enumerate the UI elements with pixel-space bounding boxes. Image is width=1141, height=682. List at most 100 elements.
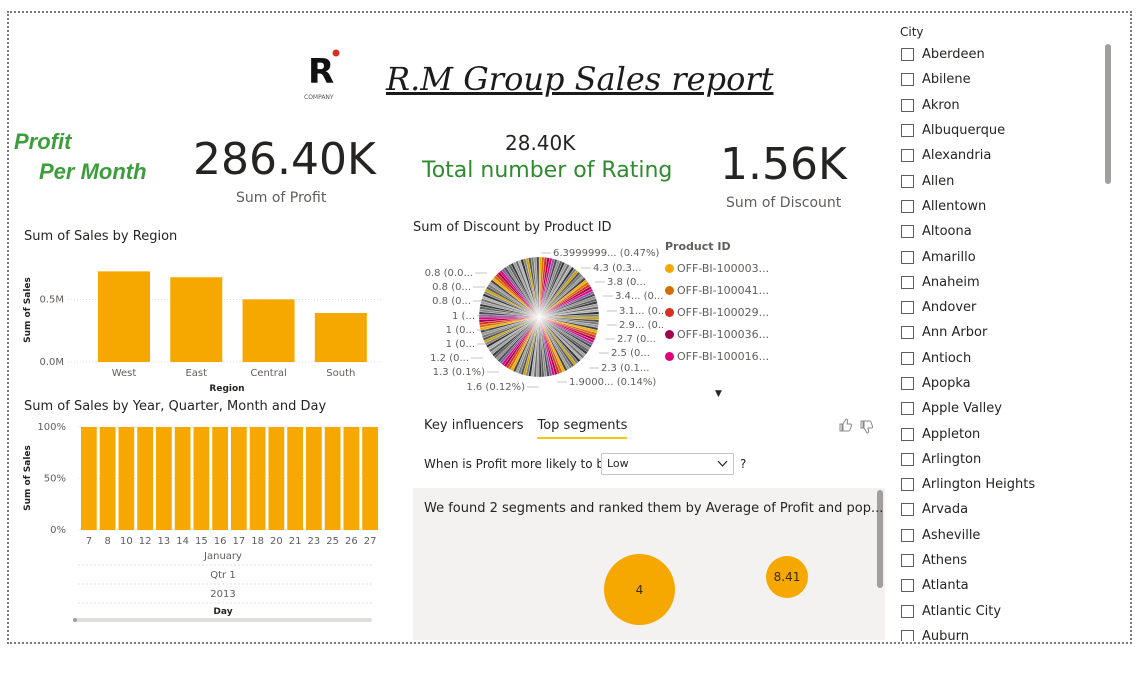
thumbs-down-icon[interactable] (859, 420, 874, 438)
city-option[interactable]: Abilene (895, 67, 1120, 92)
bar[interactable] (324, 427, 341, 530)
city-option[interactable]: Altoona (895, 219, 1120, 244)
bar[interactable] (81, 427, 97, 530)
date-scroll-handle[interactable] (73, 618, 77, 622)
checkbox[interactable] (901, 73, 914, 87)
city-option[interactable]: Apopka (895, 371, 1120, 396)
thumbs-up-icon[interactable] (838, 418, 853, 436)
checkbox[interactable] (901, 377, 914, 390)
city-option[interactable]: Anaheim (895, 270, 1120, 295)
date-bar-chart[interactable]: Sum of Sales January Qtr 1 2013 Day 0%50… (18, 418, 388, 626)
city-option[interactable]: Albuquerque (895, 118, 1120, 143)
bar[interactable] (174, 427, 191, 530)
checkbox[interactable] (901, 250, 914, 264)
bar[interactable] (193, 427, 210, 530)
checkbox[interactable] (901, 554, 914, 568)
profit-level-dropdown[interactable]: Low (601, 453, 734, 475)
city-option[interactable]: Amarillo (895, 244, 1120, 269)
checkbox[interactable] (901, 503, 914, 517)
x-tick-label: 17 (233, 536, 246, 547)
city-option[interactable]: Apple Valley (895, 396, 1120, 421)
bar[interactable] (156, 427, 172, 530)
checkbox[interactable] (901, 301, 914, 315)
bar[interactable] (268, 427, 285, 530)
checkbox[interactable] (901, 478, 914, 492)
segment-bubble-1[interactable]: 4 (604, 554, 675, 625)
bar[interactable] (287, 427, 303, 530)
tab-key-influencers[interactable]: Key influencers (424, 418, 523, 439)
checkbox[interactable] (901, 629, 914, 641)
company-logo: R COMPANY (300, 47, 344, 103)
checkbox[interactable] (901, 351, 914, 365)
city-option[interactable]: Athens (895, 548, 1120, 573)
legend-item[interactable]: OFF-BI-100016... (665, 345, 769, 367)
city-option[interactable]: Appleton (895, 421, 1120, 446)
legend-item[interactable]: OFF-BI-100003... (665, 257, 769, 279)
bar[interactable] (314, 313, 367, 362)
bar[interactable] (231, 427, 247, 530)
checkbox[interactable] (901, 452, 914, 466)
profit-per-month-label: Profit Per Month (14, 127, 147, 187)
checkbox[interactable] (901, 402, 914, 416)
city-option[interactable]: Alexandria (895, 143, 1120, 168)
checkbox[interactable] (901, 604, 914, 618)
bar[interactable] (98, 271, 150, 362)
legend-item[interactable]: OFF-BI-100036... (665, 323, 769, 345)
date-chart-scrollbar[interactable] (74, 618, 372, 622)
checkbox[interactable] (901, 174, 914, 188)
discount-pie-chart[interactable]: 0.8 (0.0... 0.8 (0... 0.8 (0... 1 (... 1 (0.… (413, 240, 663, 400)
checkbox[interactable] (901, 528, 914, 542)
legend-item[interactable]: OFF-BI-100041... (665, 279, 769, 301)
checkbox[interactable] (901, 579, 914, 593)
tab-top-segments[interactable]: Top segments (537, 418, 628, 439)
bar[interactable] (170, 277, 223, 362)
y-tick-label: 0.0M (39, 357, 64, 368)
legend-label: OFF-BI-100036... (677, 327, 770, 341)
checkbox[interactable] (901, 98, 914, 112)
city-option[interactable]: Auburn (895, 624, 1120, 641)
checkbox[interactable] (901, 427, 914, 441)
city-option[interactable]: Atlanta (895, 573, 1120, 598)
bar[interactable] (212, 427, 228, 530)
pie-legend: Product ID OFF-BI-100003... OFF-BI-100041… (665, 240, 769, 367)
checkbox[interactable] (901, 275, 914, 289)
city-option[interactable]: Asheville (895, 523, 1120, 548)
checkbox[interactable] (901, 149, 914, 163)
segment-bubble-2[interactable]: 8.41 (766, 556, 808, 598)
bar[interactable] (137, 427, 153, 530)
city-option[interactable]: Allen (895, 168, 1120, 193)
city-option[interactable]: Akron (895, 93, 1120, 118)
bar[interactable] (118, 427, 135, 530)
city-slicer-scrollbar[interactable] (1105, 44, 1111, 184)
bar[interactable] (249, 427, 266, 530)
checkbox[interactable] (901, 48, 914, 62)
pie-slice-label: 0.8 (0.0... (425, 268, 473, 279)
checkbox[interactable] (901, 326, 914, 340)
legend-marker (665, 285, 674, 295)
x-tick-label: 10 (120, 536, 133, 547)
legend-label: OFF-BI-100029... (677, 305, 770, 319)
legend-scroll-down-icon[interactable]: ▼ (715, 389, 722, 399)
pie-slice-label: 1.3 (0.1%) (433, 367, 485, 378)
city-option[interactable]: Antioch (895, 346, 1120, 371)
checkbox[interactable] (901, 225, 914, 239)
checkbox[interactable] (901, 124, 914, 138)
city-option-label: Athens (922, 553, 968, 569)
city-option[interactable]: Andover (895, 295, 1120, 320)
city-option[interactable]: Arvada (895, 497, 1120, 522)
city-option[interactable]: Aberdeen (895, 42, 1120, 67)
city-option[interactable]: Arlington (895, 447, 1120, 472)
bar[interactable] (99, 427, 116, 530)
city-option[interactable]: Ann Arbor (895, 320, 1120, 345)
city-option[interactable]: Allentown (895, 194, 1120, 219)
city-option[interactable]: Atlantic City (895, 599, 1120, 624)
legend-item[interactable]: OFF-BI-100029... (665, 301, 769, 323)
region-bar-chart[interactable]: Sum of Sales Region 0.0M 0.5M West East Cent… (18, 250, 388, 398)
bar[interactable] (306, 427, 322, 530)
city-option[interactable]: Arlington Heights (895, 472, 1120, 497)
bar[interactable] (343, 427, 360, 530)
checkbox[interactable] (901, 199, 914, 213)
help-icon[interactable]: ? (740, 457, 746, 471)
bar[interactable] (242, 299, 295, 362)
bar[interactable] (362, 427, 378, 530)
